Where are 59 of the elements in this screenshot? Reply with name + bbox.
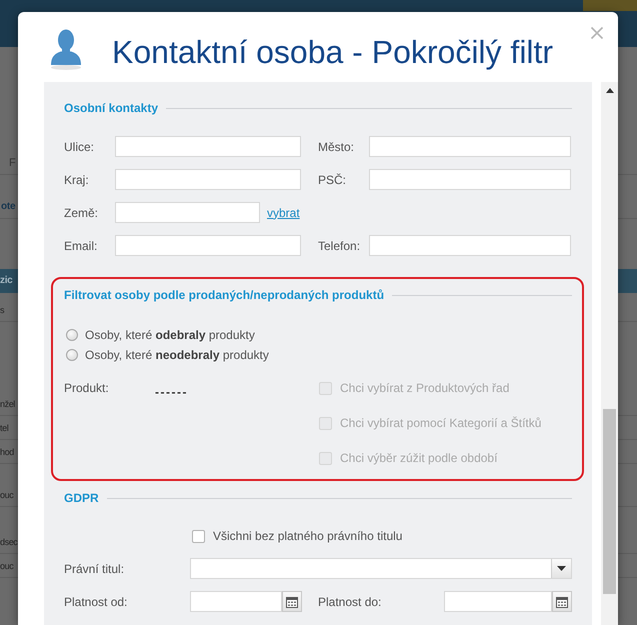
- section-title: GDPR: [64, 491, 99, 505]
- checkbox-label: Chci výběr zúžit podle období: [340, 451, 498, 465]
- person-icon: [48, 28, 84, 70]
- field-label: PSČ:: [318, 172, 348, 186]
- checkbox-label: Chci vybírat pomocí Kategorií a Štítků: [340, 416, 542, 430]
- field-label: Země:: [64, 206, 100, 220]
- table-cell: dsec: [0, 536, 18, 548]
- table-cell: ouc: [0, 488, 14, 500]
- scrollbar-thumb[interactable]: [603, 409, 616, 594]
- scrollbar[interactable]: [601, 82, 618, 625]
- text-field[interactable]: [115, 136, 301, 157]
- field-label: Ulice:: [64, 140, 96, 154]
- calendar-button[interactable]: [552, 591, 572, 612]
- select-field[interactable]: [190, 558, 572, 579]
- table-header-bar: [618, 269, 637, 293]
- table-cell: ouc: [0, 560, 14, 572]
- checkbox[interactable]: [192, 530, 205, 542]
- section-title: Osobní kontakty: [64, 101, 158, 115]
- field-label: Platnost do:: [318, 594, 382, 608]
- column-header: zic: [0, 275, 12, 287]
- table-cell: nžel: [0, 398, 15, 410]
- field-label: Produkt:: [64, 380, 110, 396]
- section-title: Filtrovat osoby podle prodaných/neprodaných produktů: [64, 288, 384, 302]
- field-label: Kraj:: [64, 172, 90, 186]
- text-field[interactable]: [369, 169, 571, 190]
- date-field[interactable]: [190, 591, 282, 612]
- table-cell: tel: [0, 422, 8, 434]
- field-label: Platnost od:: [64, 594, 128, 608]
- close-icon: [590, 26, 604, 40]
- text-field[interactable]: [369, 136, 571, 157]
- text-field[interactable]: [115, 235, 301, 256]
- field-label: Město:: [318, 140, 356, 154]
- calendar-icon: [286, 596, 298, 608]
- text-field[interactable]: [369, 235, 571, 256]
- calendar-icon: [556, 596, 568, 608]
- dialog-title: Kontaktní osoba - Pokročilý filtr: [112, 34, 554, 70]
- product-value: ------: [155, 384, 188, 400]
- calendar-button[interactable]: [282, 591, 302, 612]
- checkbox-label: Všichni bez platného právního titulu: [213, 529, 402, 543]
- text-field[interactable]: [115, 202, 260, 223]
- page-heading: ote: [1, 200, 16, 212]
- select-link[interactable]: vybrat: [267, 206, 300, 220]
- dropdown-button[interactable]: [551, 559, 571, 578]
- radio-button[interactable]: [66, 329, 78, 341]
- radio-label: Osoby, které neodebraly produkty: [85, 348, 269, 362]
- header-accent: [583, 0, 637, 11]
- text-field[interactable]: [115, 169, 301, 190]
- field-label: Právní titul:: [64, 562, 126, 576]
- field-label: Email:: [64, 238, 98, 252]
- radio-label: Osoby, které odebraly produkty: [85, 328, 255, 342]
- date-field[interactable]: [444, 591, 552, 612]
- table-cell: s: [0, 304, 4, 316]
- caret-icon: [557, 566, 566, 571]
- checkbox-label: Chci vybírat z Produktových řad: [340, 381, 510, 395]
- field-label: Telefon:: [318, 238, 362, 252]
- radio-button[interactable]: [66, 349, 78, 361]
- up-arrow-icon: [606, 88, 614, 93]
- table-cell: hod: [0, 446, 14, 458]
- close-button[interactable]: [590, 26, 604, 40]
